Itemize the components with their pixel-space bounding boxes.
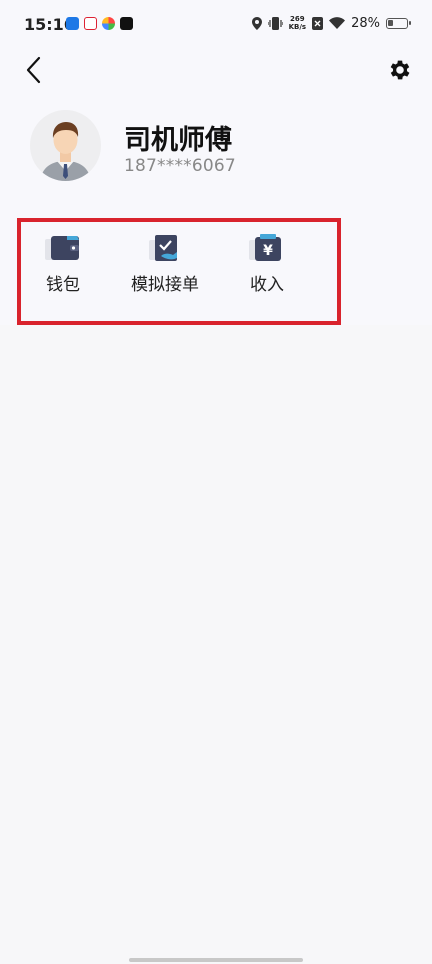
user-name: 司机师傅 xyxy=(124,125,232,156)
menu-item-simulate-order[interactable]: 模拟接单 xyxy=(129,234,201,295)
svg-text:¥: ¥ xyxy=(263,243,273,259)
battery-percent: 28% xyxy=(351,15,380,31)
order-check-icon xyxy=(149,235,177,261)
menu-item-income[interactable]: ¥ 收入 xyxy=(244,234,290,295)
vibrate-icon xyxy=(267,16,283,30)
gear-icon xyxy=(390,60,410,80)
status-bar: 15:16 269 KB/s 28% xyxy=(0,0,432,50)
chevron-left-icon xyxy=(26,56,41,84)
tiktok-notification-icon xyxy=(120,17,133,30)
settings-button[interactable] xyxy=(387,57,413,83)
home-indicator[interactable] xyxy=(129,958,303,962)
driver-avatar-icon xyxy=(40,122,91,181)
menu-label-simulate-order: 模拟接单 xyxy=(131,275,199,295)
back-button[interactable] xyxy=(22,55,50,85)
network-speed-value: 269 xyxy=(290,15,305,23)
status-indicators: 269 KB/s 28% xyxy=(251,15,411,31)
income-yen-icon: ¥ xyxy=(249,234,281,261)
notification-icons xyxy=(66,17,133,30)
app-notification-icon xyxy=(102,17,115,30)
network-speed: 269 KB/s xyxy=(289,15,306,31)
network-speed-unit: KB/s xyxy=(288,23,307,31)
app-notification-icon xyxy=(84,17,97,30)
menu-label-income: 收入 xyxy=(250,275,284,295)
battery-icon xyxy=(386,17,411,29)
app-notification-icon xyxy=(66,17,79,30)
wallet-icon xyxy=(45,236,79,260)
wifi-icon xyxy=(329,17,346,29)
sim-off-icon xyxy=(312,16,324,30)
menu-item-wallet[interactable]: 钱包 xyxy=(40,234,86,295)
menu-label-wallet: 钱包 xyxy=(46,275,80,295)
user-phone: 187****6067 xyxy=(124,156,236,176)
avatar[interactable] xyxy=(30,110,101,181)
location-icon xyxy=(251,16,262,30)
